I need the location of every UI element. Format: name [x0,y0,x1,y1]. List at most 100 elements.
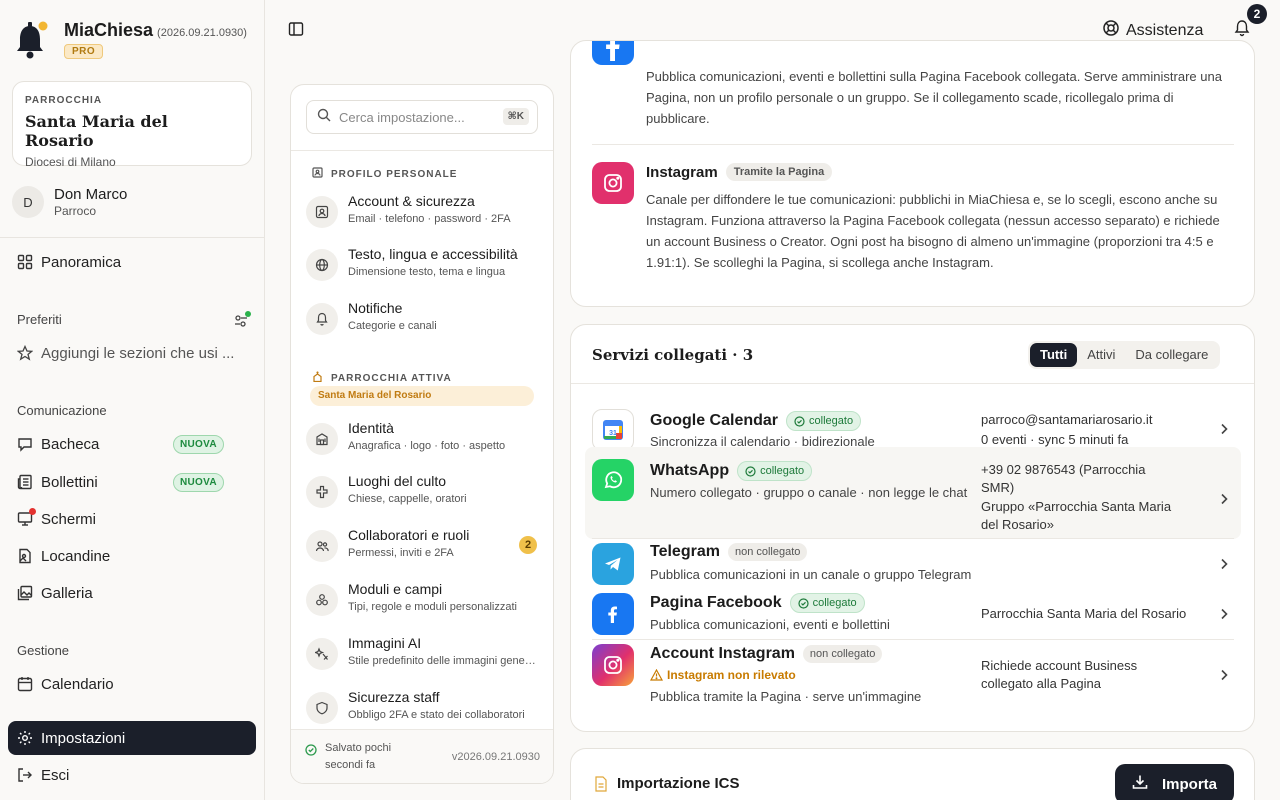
bell-icon [306,303,338,335]
service-whatsapp[interactable]: WhatsApp collegato Numero collegato · gr… [585,447,1241,539]
nav-settings[interactable]: Impostazioni [8,721,256,755]
nav-label: Bacheca [41,435,100,453]
status-label: collegato [809,415,854,427]
setting-title: Luoghi del culto [348,473,447,489]
search-input[interactable] [339,109,489,125]
star-icon [17,345,33,361]
new-badge: NUOVA [173,434,224,454]
calendar-icon [17,676,33,692]
gear-icon [17,730,33,746]
setting-text-language[interactable]: Testo, lingua e accessibilità Dimensione … [306,246,541,290]
check-circle-icon [745,465,756,477]
warning-icon [650,669,663,681]
divider [592,538,1234,539]
setting-identity[interactable]: Identità Anagrafica · logo · foto · aspet… [306,420,541,464]
sliders-icon[interactable] [233,311,251,334]
shield-icon [306,692,338,724]
lifebuoy-icon [1102,19,1120,42]
filter-all[interactable]: Tutti [1030,343,1078,367]
setting-forms[interactable]: Moduli e campi Tipi, regole e moduli pers… [306,581,541,625]
favorites-hint[interactable]: Aggiungi le sezioni che usi ... [8,336,256,370]
setting-subtitle: Stile predefinito delle immagini generat… [348,655,536,667]
divider [592,144,1234,145]
nav-schermi[interactable]: Schermi [8,502,256,536]
warning-label: Instagram non rilevato [667,668,796,682]
service-subtitle: Pubblica comunicazioni, eventi e bollett… [650,617,890,632]
status-label: collegato [760,465,805,477]
setting-title: Testo, lingua e accessibilità [348,246,518,262]
whatsapp-icon [592,459,634,501]
filter-to-connect[interactable]: Da collegare [1125,343,1218,367]
parish-switcher[interactable]: PARROCCHIA Santa Maria del Rosario Dioce… [12,81,252,169]
download-icon [1132,774,1148,794]
service-name-row: Account Instagram non collegato [650,645,883,663]
service-account: +39 02 9876543 (Parrocchia SMR) [981,462,1146,495]
nav-bollettini[interactable]: Bollettini NUOVA [8,465,256,499]
service-telegram[interactable]: Telegram non collegato Pubblica comunica… [592,543,1234,587]
warning-row: Instagram non rilevato [650,668,796,682]
status-badge: collegato [737,461,813,481]
setting-subtitle: Chiese, cappelle, oratori [348,493,467,505]
sidebar-toggle-icon[interactable] [288,21,304,42]
setting-subtitle: Email · telefono · password · 2FA [348,213,511,225]
setting-title: Account & sicurezza [348,193,475,209]
instagram-title: Instagram [646,163,718,181]
chevron-right-icon [1217,607,1231,626]
nav-locandine[interactable]: Locandine [8,539,256,573]
nav-calendar[interactable]: Calendario [8,667,256,701]
service-instagram-account[interactable]: Account Instagram non collegato Instagra… [592,644,1234,708]
nav-overview[interactable]: Panoramica [8,245,256,279]
setting-subtitle: Categorie e canali [348,320,437,332]
setting-notifications[interactable]: Notifiche Categorie e canali [306,300,541,344]
setting-title: Identità [348,420,394,436]
setting-collaborators[interactable]: Collaboratori e ruoli Permessi, inviti e … [306,527,541,571]
group-parish: PARROCCHIA ATTIVA [312,371,452,385]
brand[interactable]: MiaChiesa (2026.09.21.0930) PRO [14,20,247,60]
user-role: Parroco [54,204,97,218]
status-label: collegato [812,597,857,609]
management-label: Gestione [17,643,70,658]
service-group: Gruppo «Parrocchia Santa Maria del Rosar… [981,499,1172,532]
assistance-button[interactable]: Assistenza [1102,19,1203,42]
settings-search[interactable]: ⌘K [306,100,538,134]
bell-logo-icon [14,20,50,60]
nav-label: Schermi [41,510,97,528]
setting-account[interactable]: Account & sicurezza Email · telefono · pa… [306,193,541,237]
ics-title: Importazione ICS [617,775,740,792]
check-circle-icon [797,597,809,609]
setting-staff-security[interactable]: Sicurezza staff Obbligo 2FA e stato dei c… [306,689,541,733]
facebook-description: Pubblica comunicazioni, eventi e bollett… [646,69,1222,126]
nav-galleria[interactable]: Galleria [8,576,256,610]
filter-active[interactable]: Attivi [1077,343,1125,367]
service-facebook-page[interactable]: Pagina Facebook collegato Pubblica comun… [592,593,1234,637]
users-icon [306,530,338,562]
setting-title: Sicurezza staff [348,689,440,705]
blocks-icon [306,584,338,616]
chevron-right-icon [1217,422,1231,441]
user-profile[interactable]: D Don Marco Parroco [12,186,127,218]
app-name: MiaChiesa [64,20,154,40]
divider [291,150,553,151]
settings-footer: Salvato pochi secondi fa v2026.09.21.093… [291,729,553,783]
setting-subtitle: Tipi, regole e moduli personalizzati [348,601,517,613]
setting-subtitle: Permessi, inviti e 2FA [348,547,454,559]
setting-places[interactable]: Luoghi del culto Chiese, cappelle, orator… [306,473,541,517]
setting-ai-images[interactable]: Immagini AI Stile predefinito delle immag… [306,635,541,679]
divider [592,639,1234,640]
check-circle-icon [794,415,805,427]
active-parish-pill: Santa Maria del Rosario [310,386,534,406]
alert-dot [29,508,36,515]
import-button[interactable]: Importa [1115,764,1234,800]
service-name-row: Pagina Facebook collegato [650,593,865,613]
social-card: Pubblica comunicazioni, eventi e bollett… [570,40,1255,307]
import-label: Importa [1161,775,1217,793]
nav-logout[interactable]: Esci [8,758,256,792]
instagram-icon [592,162,634,204]
instagram-title-row: Instagram Tramite la Pagina [646,163,833,181]
notifications-bell-icon[interactable] [1233,19,1251,42]
service-name: Account Instagram [650,645,795,662]
nav-bacheca[interactable]: Bacheca NUOVA [8,427,256,461]
setting-subtitle: Obbligo 2FA e stato dei collaboratori [348,709,525,721]
service-subtitle: Pubblica comunicazioni in un canale o gr… [650,567,972,582]
chevron-right-icon [1217,492,1231,511]
